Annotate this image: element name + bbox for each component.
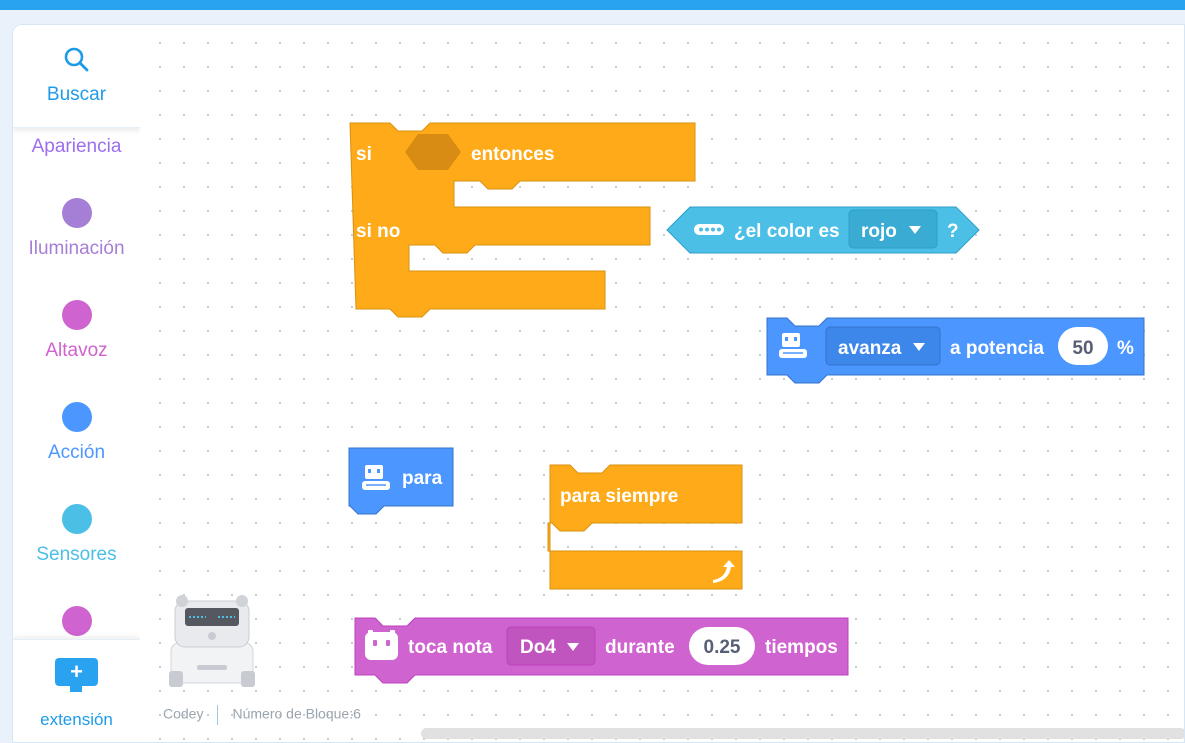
status-divider — [217, 705, 219, 725]
codey-robot-sprite[interactable] — [169, 595, 255, 687]
sensor-icon — [694, 224, 724, 235]
else-label: si no — [356, 221, 400, 242]
category-iluminacion[interactable]: Iluminación — [13, 238, 140, 260]
if-label: si — [356, 144, 372, 165]
search-label: Buscar — [46, 84, 107, 105]
forever-block[interactable]: para siempre — [547, 464, 743, 590]
if-else-block[interactable]: si entonces si no — [349, 122, 696, 318]
color-sensor-suffix: ? — [947, 221, 959, 242]
category-accion[interactable]: Acción — [13, 442, 140, 464]
forever-label: para siempre — [560, 486, 678, 507]
note-dropdown-value: Do4 — [520, 637, 556, 658]
then-label: entonces — [471, 144, 554, 165]
beats-label: tiempos — [765, 637, 838, 658]
category-altavoz-dot[interactable] — [62, 300, 92, 330]
category-apariencia[interactable]: Apariencia — [13, 136, 140, 158]
add-extension-icon: + — [55, 658, 98, 692]
during-label: durante — [605, 637, 675, 658]
editor-frame: Buscar Apariencia Iluminación Altavoz Ac… — [12, 24, 1185, 743]
category-altavoz[interactable]: Altavoz — [13, 340, 140, 362]
beats-value: 0.25 — [704, 637, 741, 658]
color-sensor-block[interactable]: ¿el color es rojo ? — [666, 206, 980, 254]
play-note-label: toca nota — [408, 637, 493, 658]
play-note-block[interactable]: toca nota Do4 durante 0.25 tiempos — [354, 617, 849, 684]
color-dropdown-value: rojo — [861, 221, 897, 242]
category-next-dot[interactable] — [62, 606, 92, 636]
block-count: Número de Bloque:6 — [232, 705, 361, 722]
extension-label: extensión — [40, 710, 113, 729]
top-bar — [0, 0, 1185, 10]
script-canvas[interactable]: si entonces si no ¿el color es rojo ? av… — [140, 25, 1184, 742]
device-name: Codey — [163, 705, 204, 722]
search-button[interactable]: Buscar — [13, 25, 140, 128]
block-palette: Buscar Apariencia Iluminación Altavoz Ac… — [13, 25, 141, 742]
category-sensores[interactable]: Sensores — [13, 544, 140, 566]
power-value: 50 — [1072, 338, 1093, 359]
category-sensores-dot[interactable] — [62, 504, 92, 534]
move-label: a potencia — [950, 338, 1044, 359]
search-icon — [64, 47, 89, 72]
stop-label: para — [402, 468, 443, 489]
codey-face-icon — [365, 630, 398, 660]
move-forward-block[interactable]: avanza a potencia 50 % — [766, 317, 1145, 384]
stop-block[interactable]: para — [348, 447, 454, 515]
horizontal-scrollbar[interactable] — [421, 728, 1184, 739]
extension-button[interactable]: + extensión — [13, 639, 140, 742]
direction-dropdown-value: avanza — [838, 338, 902, 359]
category-accion-dot[interactable] — [62, 402, 92, 432]
category-iluminacion-dot[interactable] — [62, 198, 92, 228]
percent-label: % — [1117, 338, 1134, 359]
color-sensor-label: ¿el color es — [734, 221, 840, 242]
status-bar: Codey Número de Bloque:6 — [163, 705, 361, 725]
